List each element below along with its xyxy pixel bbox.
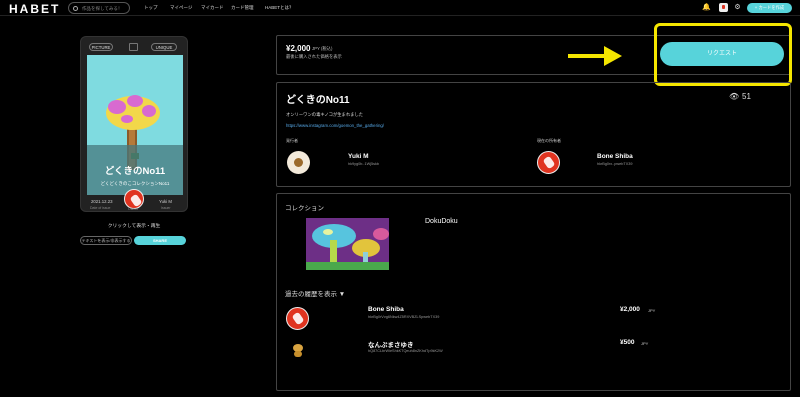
search-input[interactable]: 作品を探してみる！	[68, 2, 130, 14]
nav-card-management[interactable]: カード管理	[231, 5, 254, 11]
instagram-link[interactable]: https://www.instagram.com/goemon_the_gat…	[286, 123, 384, 128]
collection-panel: コレクション DokuDoku 過去の履歴を表示 ▼ Bone Shiba hk…	[276, 193, 791, 391]
history-unit-2: JPY	[641, 341, 649, 346]
owner-avatar[interactable]	[537, 151, 560, 174]
card-issuer-label: Issuer	[161, 206, 171, 210]
detail-title: どくきのNo11	[286, 95, 350, 106]
history-name-1[interactable]: Bone Shiba	[368, 306, 404, 313]
share-button[interactable]: SHARE	[134, 236, 186, 245]
nav-top[interactable]: トップ	[144, 5, 158, 11]
picture-pill: PICTURE	[89, 43, 113, 51]
unique-pill: UNIQUE	[151, 43, 177, 51]
nav-about[interactable]: HABETとは？	[265, 5, 294, 11]
search-icon	[73, 6, 78, 11]
owner-avatar-card	[124, 189, 144, 209]
history-hash-1: hkrBg0rVvg6Nkw4Z5RXVBZLSpwebTX39	[368, 315, 440, 319]
owner-hash: hkrBg0rx..pwebTX39	[597, 162, 633, 166]
nav-mypage[interactable]: マイページ	[170, 5, 192, 11]
price-note: 最後に購入された価格を表示	[286, 54, 342, 59]
user-avatar[interactable]	[719, 3, 728, 12]
detail-description: オンリーワンの毒キノコが生まれました	[286, 112, 364, 117]
card-title: どくきのNo11	[104, 166, 166, 177]
highlight-box	[654, 23, 792, 86]
bell-icon[interactable]: 🔔	[702, 3, 711, 12]
card-subtitle: どくどくきのこコレクションNo11	[100, 181, 170, 186]
create-card-button[interactable]: + カードを作成	[747, 3, 792, 13]
click-to-play-text: クリックして表示・再生	[107, 224, 161, 229]
collection-heading: コレクション	[285, 205, 324, 212]
history-unit-1: JPY	[648, 308, 656, 313]
collection-name[interactable]: DokuDoku	[425, 218, 458, 225]
card-issuer: Yuki M	[159, 199, 172, 204]
history-price-1: ¥2,000	[620, 306, 640, 313]
collection-artwork	[306, 218, 389, 270]
nft-card[interactable]: PICTURE UNIQUE どくきのNo11 どくどくきのこコレクションNo1…	[80, 36, 188, 212]
owner-name[interactable]: Bone Shiba	[597, 153, 633, 160]
collection-thumbnail[interactable]	[306, 218, 389, 270]
owner-label: 現在の所有者	[537, 138, 561, 143]
issuer-label: 発行者	[286, 138, 298, 143]
eye-icon: 👁	[729, 92, 740, 101]
image-icon	[129, 43, 138, 51]
issuer-avatar[interactable]	[287, 151, 310, 174]
card-date-label: Date of issue	[90, 206, 111, 210]
history-toggle[interactable]: 過去の履歴を表示 ▼	[285, 288, 345, 298]
search-placeholder: 作品を探してみる！	[82, 6, 123, 11]
history-hash-2: hQ87CLbrWieShkKTQeuh8nZKhdTp9kK2W	[368, 349, 443, 353]
card-date: 2021.12.23	[91, 199, 113, 204]
habet-logo[interactable]: HABET	[9, 2, 60, 16]
price-unit: JPY (税込)	[312, 46, 333, 51]
card-owner-label: Owner	[128, 207, 139, 211]
bear-body	[294, 351, 302, 357]
detail-panel: どくきのNo11 👁 51 オンリーワンの毒キノコが生まれました https:/…	[276, 82, 791, 187]
issuer-name[interactable]: Yuki M	[348, 153, 369, 160]
price-amount: ¥2,000	[286, 44, 311, 53]
highlight-arrow-head	[604, 46, 622, 66]
history-name-2[interactable]: なんぶまさゆき	[368, 339, 414, 349]
toggle-text-button[interactable]: テキストを表示/非表示する	[80, 236, 132, 245]
history-avatar-2[interactable]	[292, 343, 304, 357]
highlight-arrow-shaft	[568, 54, 608, 58]
history-avatar-1[interactable]	[286, 307, 309, 330]
card-artwork: どくきのNo11 どくどくきのこコレクションNo11	[87, 55, 183, 195]
issuer-hash: hk9yg0b..1Wj5skb	[348, 162, 380, 166]
history-price-2: ¥500	[620, 339, 635, 346]
gear-icon[interactable]: ⚙	[733, 3, 742, 12]
view-count: 51	[742, 92, 751, 101]
nav-mycard[interactable]: マイカード	[201, 5, 224, 11]
